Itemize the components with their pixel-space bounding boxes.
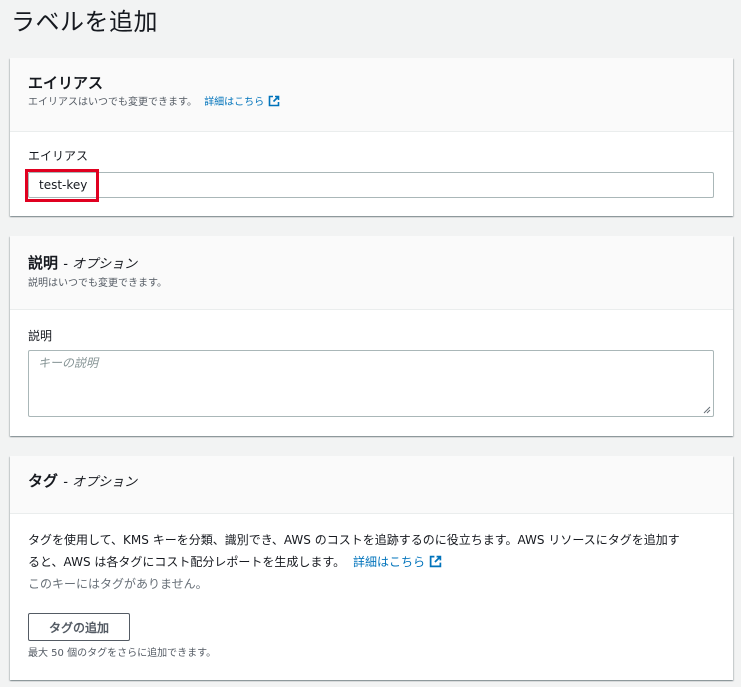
resize-grip-icon[interactable] bbox=[703, 406, 711, 414]
alias-panel-title: エイリアス bbox=[28, 74, 104, 92]
tags-description-line1: タグを使用して、KMS キーを分類、識別でき、AWS のコストを追跡するのに役立… bbox=[28, 533, 680, 547]
alias-panel: エイリアス エイリアスはいつでも変更できます。 詳細はこちら エイリアス tes… bbox=[10, 58, 733, 216]
description-optional-label: - オプション bbox=[63, 257, 138, 272]
description-panel: 説明 - オプション 説明はいつでも変更できます。 説明 キーの説明 bbox=[10, 236, 733, 436]
tags-learn-more-link[interactable]: 詳細はこちら bbox=[353, 555, 442, 569]
tags-description-line2: ると、AWS は各タグにコスト配分レポートを生成します。 詳細はこちら bbox=[28, 551, 728, 573]
description-placeholder: キーの説明 bbox=[38, 356, 99, 370]
external-link-icon bbox=[268, 95, 280, 107]
tags-panel-body: タグを使用して、KMS キーを分類、識別でき、AWS のコストを追跡するのに役立… bbox=[10, 514, 733, 680]
tags-description: タグを使用して、KMS キーを分類、識別でき、AWS のコストを追跡するのに役立… bbox=[28, 529, 728, 573]
external-link-icon bbox=[429, 555, 442, 568]
alias-panel-header: エイリアス エイリアスはいつでも変更できます。 詳細はこちら bbox=[10, 58, 733, 132]
no-tags-message: このキーにはタグがありません。 bbox=[28, 577, 208, 591]
tags-optional-label: - オプション bbox=[63, 475, 138, 490]
alias-learn-more-label: 詳細はこちら bbox=[204, 97, 265, 108]
alias-panel-description: エイリアスはいつでも変更できます。 詳細はこちら bbox=[28, 95, 715, 110]
tags-learn-more-label: 詳細はこちら bbox=[353, 555, 426, 569]
page-title: ラベルを追加 bbox=[11, 8, 158, 36]
alias-learn-more-link[interactable]: 詳細はこちら bbox=[204, 95, 280, 108]
description-panel-title: 説明 - オプション bbox=[28, 253, 715, 275]
description-panel-description: 説明はいつでも変更できます。 bbox=[28, 278, 167, 289]
alias-input[interactable]: test-key bbox=[28, 172, 714, 198]
tags-panel-header: タグ - オプション bbox=[10, 456, 733, 514]
tag-limit-text: 最大 50 個のタグをさらに追加できます。 bbox=[28, 648, 217, 659]
description-textarea[interactable]: キーの説明 bbox=[28, 350, 714, 417]
description-field-label: 説明 bbox=[28, 329, 53, 343]
tags-description-line2-text: ると、AWS は各タグにコスト配分レポートを生成します。 bbox=[28, 555, 346, 569]
add-tag-button[interactable]: タグの追加 bbox=[28, 613, 130, 641]
alias-panel-body: エイリアス test-key bbox=[10, 132, 733, 216]
description-panel-header: 説明 - オプション 説明はいつでも変更できます。 bbox=[10, 236, 733, 310]
alias-description-text: エイリアスはいつでも変更できます。 bbox=[28, 97, 197, 108]
tags-panel-title: タグ - オプション bbox=[28, 471, 715, 493]
alias-highlight-box bbox=[25, 169, 99, 202]
description-title-text: 説明 bbox=[28, 254, 59, 272]
description-panel-body: 説明 キーの説明 bbox=[10, 310, 733, 436]
tags-panel: タグ - オプション タグを使用して、KMS キーを分類、識別でき、AWS のコ… bbox=[10, 456, 733, 680]
alias-field-label: エイリアス bbox=[28, 149, 89, 163]
tags-title-text: タグ bbox=[28, 472, 59, 490]
